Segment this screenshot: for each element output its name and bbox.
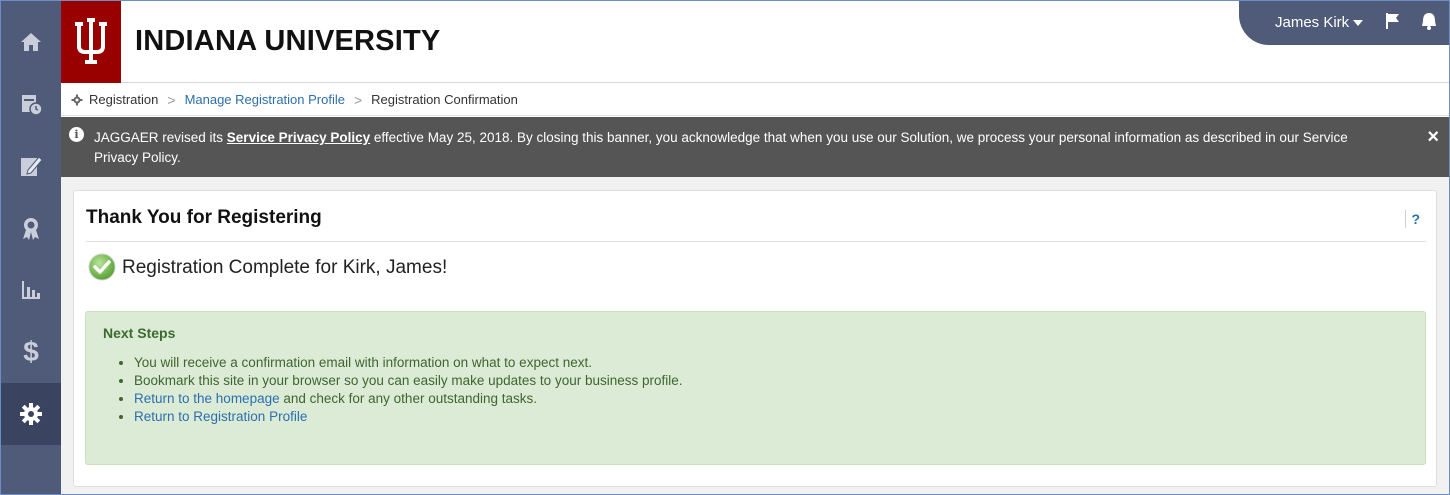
app-frame: $ INDIANA UNIVERSITY James Kirk Registra… xyxy=(0,0,1450,495)
confirmation-panel: Thank You for Registering ? Registration… xyxy=(73,190,1437,487)
bar-chart-icon xyxy=(22,281,40,299)
next-step-text: You will receive a confirmation email wi… xyxy=(134,355,592,370)
return-registration-profile-link[interactable]: Return to Registration Profile xyxy=(134,409,307,424)
registration-complete-message: Registration Complete for Kirk, James! xyxy=(122,257,448,278)
flag-icon[interactable] xyxy=(1385,12,1401,30)
iu-logo[interactable] xyxy=(61,1,121,83)
list-item: Return to the homepage and check for any… xyxy=(134,390,683,408)
breadcrumb-item-registration: Registration xyxy=(89,92,159,107)
top-header: INDIANA UNIVERSITY James Kirk xyxy=(61,1,1449,83)
brand-title: INDIANA UNIVERSITY xyxy=(135,25,441,57)
list-item: Return to Registration Profile xyxy=(134,408,683,426)
privacy-banner: i JAGGAER revised its Service Privacy Po… xyxy=(61,117,1449,177)
next-steps-title: Next Steps xyxy=(103,325,176,341)
dollar-icon: $ xyxy=(23,336,39,367)
next-step-text: Bookmark this site in your browser so yo… xyxy=(134,373,683,388)
sidebar-nav: $ xyxy=(1,1,61,494)
sidebar-item-settings[interactable] xyxy=(1,383,61,445)
user-menu-button[interactable]: James Kirk xyxy=(1275,14,1349,31)
breadcrumb-item-confirmation: Registration Confirmation xyxy=(371,92,518,107)
sidebar-item-reports[interactable] xyxy=(1,259,61,321)
chevron-right-icon: > xyxy=(353,91,363,108)
check-circle-icon xyxy=(88,253,116,281)
privacy-policy-link[interactable]: Service Privacy Policy xyxy=(227,130,370,145)
chevron-down-icon[interactable] xyxy=(1353,20,1363,26)
sidebar-item-edit[interactable] xyxy=(1,135,61,197)
calendar-document-icon xyxy=(22,95,43,116)
next-step-text: and check for any other outstanding task… xyxy=(279,391,538,406)
return-homepage-link[interactable]: Return to the homepage xyxy=(134,391,280,406)
award-icon xyxy=(23,218,39,240)
close-banner-button[interactable]: × xyxy=(1427,126,1439,149)
list-item: Bookmark this site in your browser so yo… xyxy=(134,372,683,390)
divider xyxy=(86,241,1426,242)
bell-icon[interactable] xyxy=(1421,11,1437,31)
privacy-banner-text: JAGGAER revised its Service Privacy Poli… xyxy=(94,128,1394,168)
sidebar-item-home[interactable] xyxy=(1,11,61,73)
sidebar-item-finance[interactable]: $ xyxy=(1,321,61,383)
gear-icon xyxy=(71,94,83,105)
sidebar-item-calendar[interactable] xyxy=(1,73,61,135)
next-steps-list: You will receive a confirmation email wi… xyxy=(134,354,683,426)
chevron-right-icon: > xyxy=(167,91,176,108)
gear-icon xyxy=(20,403,42,425)
iu-trident-icon xyxy=(75,18,107,64)
banner-text-before: JAGGAER revised its xyxy=(94,130,227,145)
info-icon: i xyxy=(69,127,84,142)
breadcrumb-item-manage-profile[interactable]: Manage Registration Profile xyxy=(185,92,345,107)
next-steps-box: Next Steps You will receive a confirmati… xyxy=(85,311,1426,465)
sidebar-item-awards[interactable] xyxy=(1,197,61,259)
breadcrumb: Registration > Manage Registration Profi… xyxy=(61,84,1449,116)
list-item: You will receive a confirmation email wi… xyxy=(134,354,683,372)
user-bar: James Kirk xyxy=(1239,1,1449,45)
page-title: Thank You for Registering xyxy=(86,207,322,228)
edit-document-icon xyxy=(21,156,43,176)
divider xyxy=(1405,210,1406,228)
home-icon xyxy=(21,33,41,51)
help-button[interactable]: ? xyxy=(1411,211,1420,227)
